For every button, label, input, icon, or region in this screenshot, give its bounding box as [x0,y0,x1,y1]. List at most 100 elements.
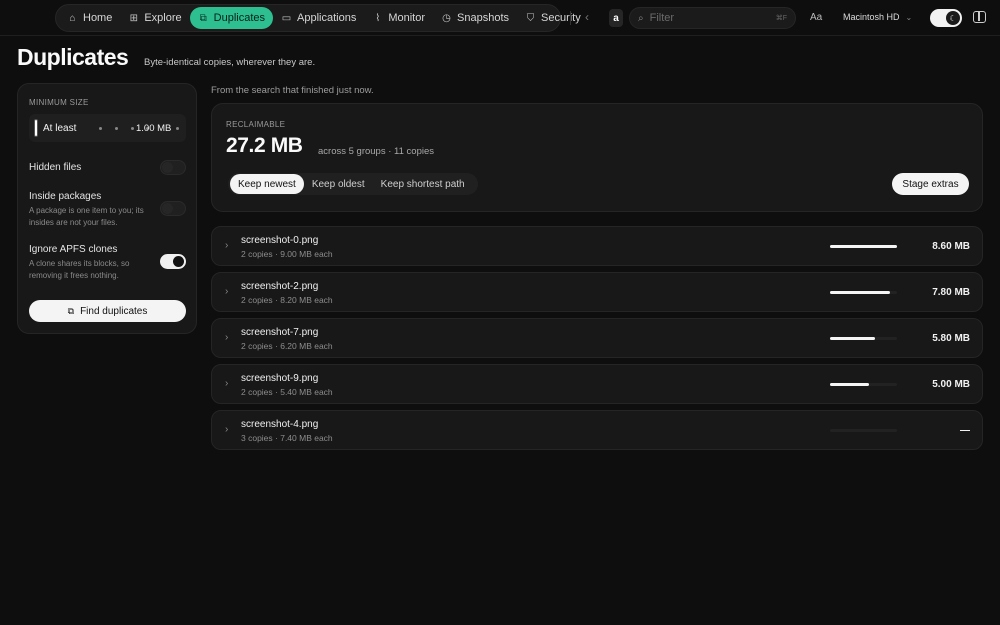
nav-item-label: Applications [297,12,357,24]
minimum-size-slider[interactable]: At least 1.00 MB [29,114,186,142]
size-bar-fill [830,291,891,294]
duplicate-group-row[interactable]: › screenshot-7.png 2 copies · 6.20 MB each… [211,318,983,358]
minimum-size-label: MINIMUM SIZE [29,98,89,107]
search-status-text: From the search that finished just now. [211,85,374,96]
slider-handle[interactable] [34,119,38,137]
reclaimable-value: 27.2 MB [226,134,303,157]
volume-label: Macintosh HD [843,12,900,22]
find-duplicates-button[interactable]: ⧉ Find duplicates [29,300,186,322]
filter-panel: MINIMUM SIZE At least 1.00 MB Hidden fil… [17,83,197,334]
group-reclaimable-size: 8.60 MB [932,241,970,252]
group-file-name: screenshot-9.png [241,373,319,384]
nav-item-monitor[interactable]: ⌇ Monitor [364,7,433,29]
min-size-prefix: At least [43,123,77,134]
filter-field[interactable]: ⌕ ⌘F [629,7,796,29]
size-bar [830,429,897,432]
inside-packages-toggle[interactable] [160,201,186,216]
chevron-right-icon[interactable]: › [225,424,228,435]
option-hidden-files: Hidden files [29,162,81,173]
scope-chip[interactable]: a [609,9,623,27]
group-reclaimable-size: 5.80 MB [932,333,970,344]
size-bar [830,383,897,386]
duplicate-groups-list: › screenshot-0.png 2 copies · 9.00 MB each… [211,226,983,456]
option-title: Ignore APFS clones [29,244,118,255]
option-title: Inside packages [29,191,102,202]
duplicate-group-row[interactable]: › screenshot-9.png 2 copies · 5.40 MB each… [211,364,983,404]
back-chevron-icon[interactable]: ‹ [585,10,589,24]
keep-option-keep-oldest[interactable]: Keep oldest [304,174,373,194]
keep-option-keep-shortest-path[interactable]: Keep shortest path [373,174,473,194]
group-reclaimable-size: 5.00 MB [932,379,970,390]
chevron-right-icon[interactable]: › [225,332,228,343]
nav-item-home[interactable]: ⌂ Home [59,7,120,29]
main-nav: ⌂ Home ⊞ Explore ⧉ Duplicates ▭ Applications ⌇ Mo… [55,4,581,32]
chevron-right-icon[interactable]: › [225,286,228,297]
group-reclaimable-size: — [960,425,970,436]
nav-item-explore[interactable]: ⊞ Explore [120,7,189,29]
duplicate-group-row[interactable]: › screenshot-0.png 2 copies · 9.00 MB each… [211,226,983,266]
clock-icon: ◷ [442,12,451,24]
copy-icon: ⧉ [67,305,75,316]
text-size-icon[interactable]: Aa [810,12,822,23]
nav-item-label: Home [83,12,113,24]
nav-item-snapshots[interactable]: ◷ Snapshots [433,7,517,29]
sidebar-panel-icon[interactable] [973,11,986,23]
group-reclaimable-size: 7.80 MB [932,287,970,298]
nav-item-label: Security [541,12,581,24]
reclaimable-summary: RECLAIMABLE 27.2 MB across 5 groups · 11… [211,103,983,212]
search-icon: ⌕ [638,12,644,24]
option-title: Hidden files [29,162,82,173]
slider-tick [131,127,134,130]
pulse-icon: ⌇ [375,12,381,24]
group-detail: 2 copies · 6.20 MB each [241,341,333,351]
copy-icon: ⧉ [199,12,207,24]
toolbar-divider [570,11,571,25]
nav-item-duplicates[interactable]: ⧉ Duplicates [189,7,273,29]
nav-item-label: Snapshots [457,12,509,24]
nav-item-label: Duplicates [213,12,265,24]
filter-shortcut: ⌘F [775,15,787,22]
volume-selector[interactable]: Macintosh HD ⌄ [843,12,912,22]
group-file-name: screenshot-0.png [241,235,319,246]
size-bar [830,245,897,248]
group-detail: 2 copies · 5.40 MB each [241,387,333,397]
find-duplicates-label: Find duplicates [80,305,148,317]
page-title: Duplicates [17,44,129,70]
slider-tick [99,127,102,130]
group-detail: 3 copies · 7.40 MB each [241,433,333,443]
option-description: A clone shares its blocks, so removing i… [29,259,130,280]
size-bar [830,291,897,294]
monitor-icon: ▭ [281,12,292,24]
theme-toggle[interactable]: ☾ [930,9,962,27]
filter-input[interactable] [649,12,768,24]
option-description: A package is one item to you; its inside… [29,206,144,227]
size-bar-fill [830,245,897,248]
keep-policy-segmented-control: Keep newest Keep oldest Keep shortest path [228,173,478,195]
group-detail: 2 copies · 9.00 MB each [241,249,333,259]
nav-item-applications[interactable]: ▭ Applications [273,7,364,29]
option-ignore-apfs-clones: Ignore APFS clones A clone shares its bl… [29,244,154,281]
reclaimable-label: RECLAIMABLE [226,120,286,129]
option-inside-packages: Inside packages A package is one item to… [29,191,154,228]
chevron-right-icon[interactable]: › [225,240,228,251]
duplicate-group-row[interactable]: › screenshot-2.png 2 copies · 8.20 MB each… [211,272,983,312]
size-bar-fill [830,337,875,340]
grid-icon: ⊞ [129,12,139,24]
chevron-right-icon[interactable]: › [225,378,228,389]
reclaimable-meta: across 5 groups · 11 copies [318,146,434,157]
size-bar [830,337,897,340]
ignore-apfs-clones-toggle[interactable] [160,254,186,269]
duplicate-group-row[interactable]: › screenshot-4.png 3 copies · 7.40 MB each… [211,410,983,450]
chevron-down-icon: ⌄ [905,12,913,22]
size-bar-fill [830,383,869,386]
page-subtitle: Byte-identical copies, wherever they are… [144,57,316,68]
stage-extras-button[interactable]: Stage extras [892,173,969,195]
top-bar: ⌂ Home ⊞ Explore ⧉ Duplicates ▭ Applications ⌇ Mo… [0,0,1000,36]
keep-option-keep-newest[interactable]: Keep newest [230,174,304,194]
group-file-name: screenshot-2.png [241,281,319,292]
group-file-name: screenshot-4.png [241,419,319,430]
nav-item-label: Monitor [388,12,426,24]
moon-icon: ☾ [946,11,960,25]
hidden-files-toggle[interactable] [160,160,186,175]
nav-item-security[interactable]: ⛉ Security [517,7,589,29]
